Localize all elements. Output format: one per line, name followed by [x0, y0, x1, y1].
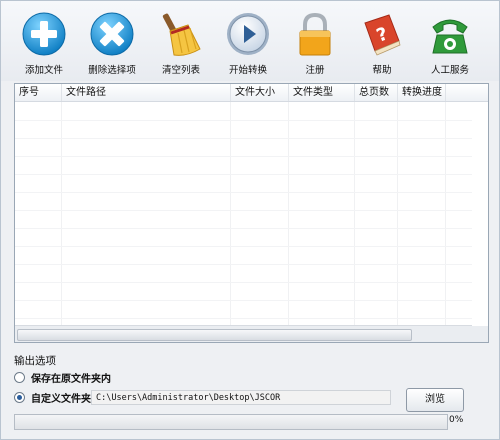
register-label: 注册: [305, 65, 325, 76]
column-header-path[interactable]: 文件路径: [62, 84, 231, 101]
grid-line: [445, 102, 446, 326]
help-book-icon: ?: [364, 14, 401, 56]
grid-row-line: [15, 120, 472, 121]
table-header: 序号 文件路径 文件大小 文件类型 总页数 转换进度: [15, 84, 488, 102]
progress-percent: 0%: [449, 415, 464, 425]
start-convert-button[interactable]: 开始转换: [215, 5, 281, 77]
broom-icon: [162, 13, 201, 56]
horizontal-scrollbar[interactable]: [15, 325, 472, 342]
play-icon: [227, 13, 269, 55]
browse-button[interactable]: 浏览: [406, 388, 464, 412]
radio-button[interactable]: [14, 371, 25, 383]
add-file-button[interactable]: 添加文件: [11, 5, 77, 77]
grid-row-line: [15, 318, 472, 319]
clear-list-button[interactable]: 清空列表: [148, 5, 214, 77]
grid-line: [61, 102, 62, 326]
grid-row-line: [15, 300, 472, 301]
grid-row-line: [15, 174, 472, 175]
clear-list-label: 清空列表: [161, 65, 200, 76]
column-header-index[interactable]: 序号: [15, 84, 62, 101]
manual-service-label: 人工服务: [430, 65, 469, 76]
column-header-type[interactable]: 文件类型: [289, 84, 355, 101]
radio-save-original[interactable]: 保存在原文件夹内: [14, 370, 111, 385]
grid-line: [397, 102, 398, 326]
manual-service-button[interactable]: 人工服务: [417, 5, 483, 77]
conversion-progress-bar: [14, 414, 448, 430]
lock-icon: [299, 12, 331, 56]
grid-line: [354, 102, 355, 326]
radio-button-checked[interactable]: [14, 391, 25, 403]
start-convert-label: 开始转换: [228, 65, 267, 76]
toolbar: 添加文件 删除选择项 清空列表 开始转换 注册 ? 帮助 人工服务: [1, 1, 499, 81]
register-button[interactable]: 注册: [282, 5, 348, 77]
radio-custom-folder[interactable]: 自定义文件夹: [14, 390, 91, 405]
grid-row-line: [15, 246, 472, 247]
output-options-title: 输出选项: [14, 355, 56, 367]
grid-line: [288, 102, 289, 326]
grid-row-line: [15, 156, 472, 157]
scroll-corner: [472, 326, 488, 342]
delete-selected-label: 删除选择项: [88, 65, 136, 76]
grid-line: [230, 102, 231, 326]
grid-row-line: [15, 264, 472, 265]
grid-row-line: [15, 192, 472, 193]
delete-selected-button[interactable]: 删除选择项: [79, 5, 145, 77]
radio-save-original-label: 保存在原文件夹内: [31, 373, 111, 385]
scrollbar-thumb[interactable]: [17, 329, 412, 341]
column-header-size[interactable]: 文件大小: [231, 84, 289, 101]
output-path-field[interactable]: C:\Users\Administrator\Desktop\JSCOR: [91, 390, 391, 405]
help-button[interactable]: ? 帮助: [349, 5, 415, 77]
add-file-label: 添加文件: [24, 65, 63, 76]
phone-icon: [432, 19, 468, 54]
grid-row-line: [15, 228, 472, 229]
add-plus-icon: [22, 12, 66, 56]
column-header-progress[interactable]: 转换进度: [398, 84, 446, 101]
app-window: 添加文件 删除选择项 清空列表 开始转换 注册 ? 帮助 人工服务 序号 文件路…: [0, 0, 500, 440]
grid-row-line: [15, 282, 472, 283]
help-label: 帮助: [372, 65, 392, 76]
grid-row-line: [15, 138, 472, 139]
column-header-pages[interactable]: 总页数: [355, 84, 398, 101]
delete-x-icon: [90, 12, 134, 56]
radio-custom-folder-label: 自定义文件夹: [31, 393, 91, 405]
grid-row-line: [15, 210, 472, 211]
file-table[interactable]: 序号 文件路径 文件大小 文件类型 总页数 转换进度: [14, 83, 489, 343]
